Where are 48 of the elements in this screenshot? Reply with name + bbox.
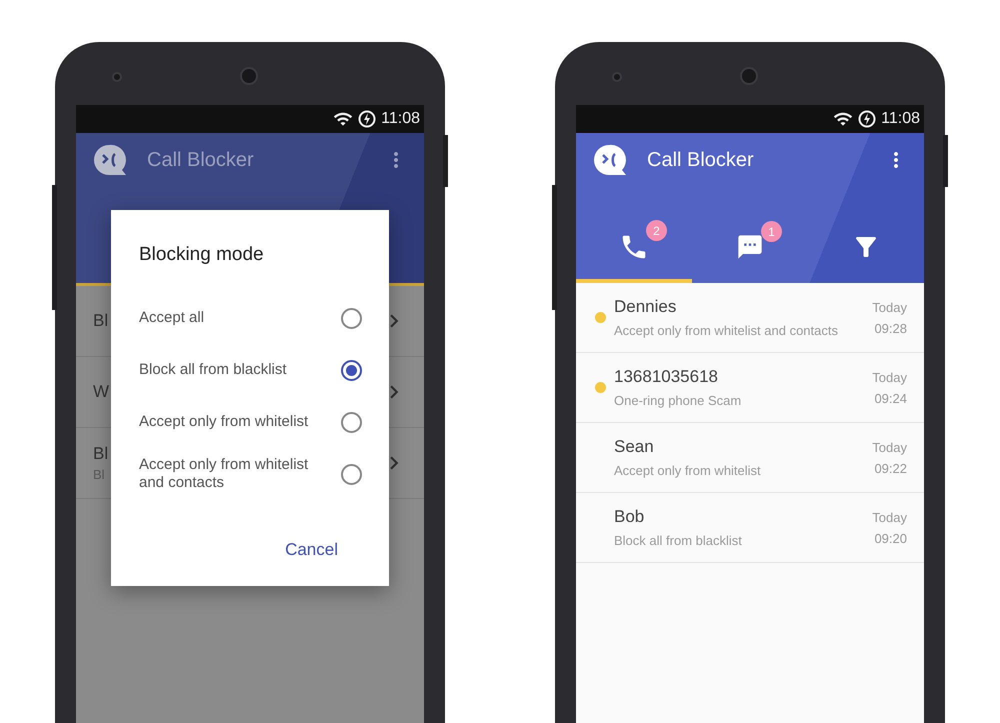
call-log-row[interactable]: Dennies Accept only from whitelist and contacts Today 09:28 bbox=[576, 283, 924, 353]
message-icon bbox=[736, 233, 764, 261]
dialog-title: Blocking mode bbox=[139, 244, 265, 266]
caller-name: 13681035618 bbox=[614, 367, 718, 387]
call-log-row[interactable]: 13681035618 One-ring phone Scam Today 09:24 bbox=[576, 353, 924, 423]
call-log-row[interactable]: Bob Block all from blacklist Today 09:20 bbox=[576, 493, 924, 563]
charging-icon bbox=[858, 110, 876, 128]
camera-dot bbox=[112, 72, 122, 82]
call-time: 09:24 bbox=[874, 390, 907, 406]
call-log-row[interactable]: Sean Accept only from whitelist Today 09:22 bbox=[576, 423, 924, 493]
radio-button[interactable] bbox=[341, 412, 362, 432]
block-reason: Block all from blacklist bbox=[614, 533, 742, 548]
setting-title: Bl bbox=[93, 311, 108, 331]
block-reason: Accept only from whitelist and contacts bbox=[614, 323, 838, 338]
app-title: Call Blocker bbox=[147, 148, 255, 172]
option-label: Accept all bbox=[139, 309, 206, 327]
status-time: 11:08 bbox=[381, 110, 420, 128]
radio-button[interactable] bbox=[341, 464, 362, 484]
camera-dot bbox=[612, 72, 622, 82]
call-time: 09:22 bbox=[874, 460, 907, 476]
caller-name: Sean bbox=[614, 437, 654, 457]
charging-icon bbox=[358, 110, 376, 128]
count-badge: 1 bbox=[761, 221, 782, 242]
speech-bubble-logo-icon bbox=[593, 144, 627, 176]
option-label: Block all from blacklist bbox=[139, 361, 288, 379]
call-time: 09:20 bbox=[874, 530, 907, 546]
call-day: Today bbox=[872, 510, 907, 524]
radio-button[interactable] bbox=[341, 360, 362, 380]
block-reason: Accept only from whitelist bbox=[614, 463, 761, 478]
setting-title: Bl bbox=[93, 444, 108, 464]
call-time: 09:28 bbox=[874, 320, 907, 336]
radio-button[interactable] bbox=[341, 308, 362, 328]
status-time: 11:08 bbox=[881, 110, 920, 128]
block-reason: One-ring phone Scam bbox=[614, 393, 742, 408]
call-day: Today bbox=[872, 300, 907, 314]
speaker-dot bbox=[740, 67, 758, 85]
caller-name: Dennies bbox=[614, 297, 676, 317]
caller-name: Bob bbox=[614, 507, 644, 527]
count-badge: 2 bbox=[646, 220, 667, 241]
call-day: Today bbox=[872, 440, 907, 454]
option-label: Accept only from whitelist bbox=[139, 413, 310, 431]
call-day: Today bbox=[872, 370, 907, 384]
cancel-button[interactable]: Cancel bbox=[277, 534, 362, 566]
speech-bubble-logo-icon bbox=[93, 144, 127, 176]
option-label: Accept only from whitelist and contacts bbox=[139, 456, 310, 492]
setting-title: W bbox=[93, 382, 110, 402]
speaker-dot bbox=[240, 67, 258, 85]
app-title: Call Blocker bbox=[647, 148, 755, 172]
